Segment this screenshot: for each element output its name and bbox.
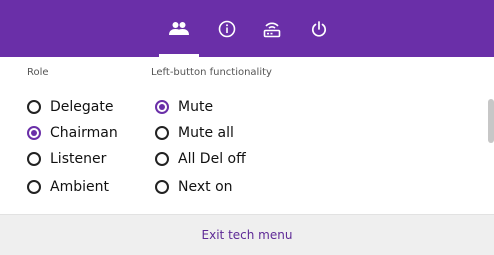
power-icon bbox=[311, 20, 327, 37]
radio-label: Next on bbox=[178, 179, 233, 195]
tab-power[interactable] bbox=[297, 0, 341, 57]
radio-circle[interactable] bbox=[155, 180, 169, 194]
left-button-section-label: Left-button functionality bbox=[151, 67, 272, 78]
radio-label: Ambient bbox=[50, 179, 109, 195]
radio-left-button-mute-all[interactable]: Mute all bbox=[155, 120, 234, 146]
radio-label: Delegate bbox=[50, 99, 114, 115]
radio-circle[interactable] bbox=[27, 152, 41, 166]
radio-circle[interactable] bbox=[27, 100, 41, 114]
router-icon bbox=[263, 21, 281, 37]
radio-circle[interactable] bbox=[155, 152, 169, 166]
radio-circle-selected[interactable] bbox=[155, 100, 169, 114]
active-tab-indicator bbox=[159, 54, 199, 57]
radio-role-listener[interactable]: Listener bbox=[27, 146, 106, 172]
radio-left-button-all-del-off[interactable]: All Del off bbox=[155, 146, 246, 172]
radio-role-delegate[interactable]: Delegate bbox=[27, 94, 113, 120]
radio-label: Chairman bbox=[50, 125, 118, 141]
tab-info[interactable] bbox=[205, 0, 249, 57]
radio-label: All Del off bbox=[178, 151, 246, 167]
info-icon bbox=[218, 20, 236, 37]
radio-circle[interactable] bbox=[27, 180, 41, 194]
radio-left-button-mute[interactable]: Mute bbox=[155, 94, 213, 120]
radio-circle[interactable] bbox=[155, 126, 169, 140]
radio-label: Mute all bbox=[178, 125, 234, 141]
radio-label: Mute bbox=[178, 99, 214, 115]
radio-label: Listener bbox=[50, 151, 107, 167]
exit-tech-menu-button[interactable]: Exit tech menu bbox=[0, 214, 494, 255]
radio-left-button-next-on[interactable]: Next on bbox=[155, 174, 233, 200]
radio-circle-selected[interactable] bbox=[27, 126, 41, 140]
tab-network[interactable] bbox=[250, 0, 294, 57]
scrollbar-thumb[interactable] bbox=[488, 99, 494, 143]
top-navigation-bar bbox=[0, 0, 494, 57]
tab-participants[interactable] bbox=[157, 0, 201, 57]
radio-role-ambient[interactable]: Ambient bbox=[27, 174, 109, 200]
radio-role-chairman[interactable]: Chairman bbox=[27, 120, 118, 146]
exit-tech-menu-label: Exit tech menu bbox=[201, 228, 293, 242]
role-section-label: Role bbox=[27, 67, 49, 78]
people-icon bbox=[169, 21, 189, 35]
